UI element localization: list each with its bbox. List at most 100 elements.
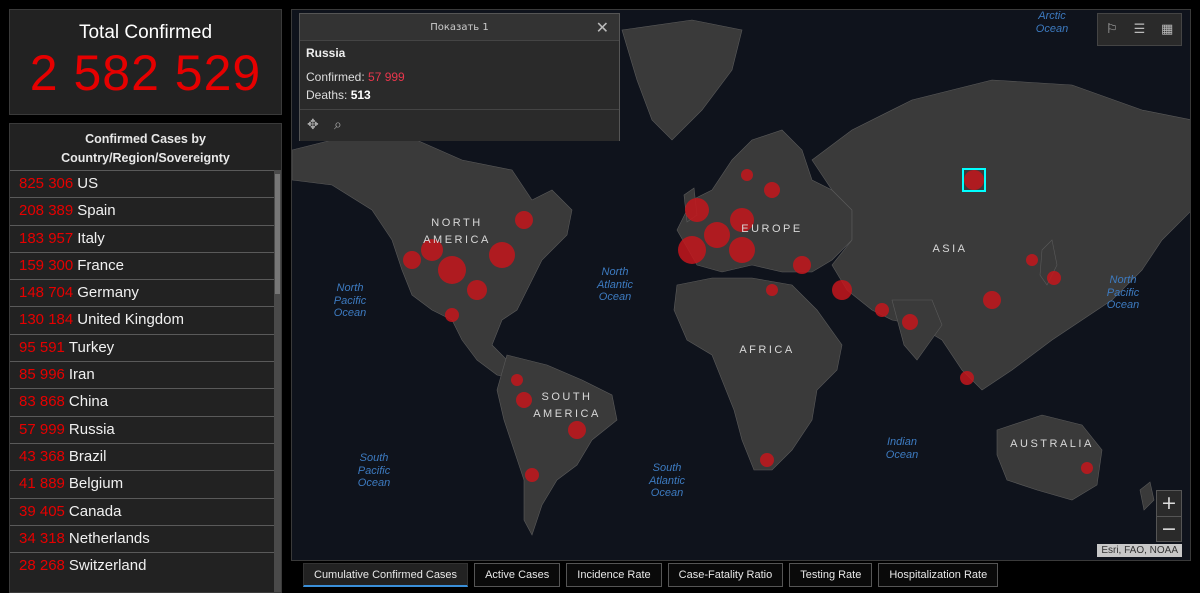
map-panel[interactable]: Arctic Ocean North Pacific Ocean North A… [291, 9, 1191, 561]
list-item-name: Russia [68, 420, 115, 438]
zoom-to-icon[interactable]: ⌕ [334, 117, 342, 133]
bubble-korea[interactable] [1026, 254, 1038, 266]
list-item-count: 41 889 [19, 475, 65, 493]
bubble-turkey[interactable] [793, 256, 811, 274]
bubble-scandinavia[interactable] [741, 169, 753, 181]
tab-hospitalization-rate[interactable]: Hospitalization Rate [878, 563, 999, 587]
bubble-russia[interactable] [964, 170, 984, 190]
list-item-count: 83 868 [19, 393, 65, 411]
tab-testing-rate[interactable]: Testing Rate [789, 563, 873, 587]
list-item[interactable]: 130 184 United Kingdom [10, 306, 275, 333]
popup-header-label: Показать 1 [430, 22, 489, 33]
list-item[interactable]: 85 996 Iran [10, 361, 275, 388]
list-item[interactable]: 34 318 Netherlands [10, 524, 275, 552]
bubble-india[interactable] [902, 314, 918, 330]
bubble-canada[interactable] [515, 211, 533, 229]
list-item[interactable]: 41 889 Belgium [10, 470, 275, 497]
country-list-title: Confirmed Cases by Country/Region/Sovere… [61, 132, 230, 165]
bubble-france[interactable] [704, 222, 730, 248]
bubble-uk[interactable] [685, 198, 709, 222]
bubble-china[interactable] [983, 291, 1001, 309]
list-item-name: Spain [77, 202, 116, 220]
bubble-us-south[interactable] [467, 280, 487, 300]
bubble-australia[interactable] [1081, 462, 1093, 474]
list-item-count: 183 957 [19, 229, 74, 247]
list-item-count: 85 996 [19, 366, 65, 384]
bubble-iran[interactable] [832, 280, 852, 300]
list-item-name: United Kingdom [77, 311, 184, 329]
bubble-egypt[interactable] [766, 284, 778, 296]
popup-confirmed-row: Confirmed: 57 999 [306, 70, 613, 84]
popup-deaths-value: 513 [350, 88, 371, 102]
list-item-name: China [68, 393, 109, 411]
list-item[interactable]: 83 868 China [10, 388, 275, 415]
bubble-saudi[interactable] [875, 303, 889, 317]
bubble-brazil[interactable] [568, 421, 586, 439]
bookmark-icon[interactable]: ⚐ [1101, 19, 1123, 41]
list-item[interactable]: 183 957 Italy [10, 224, 275, 252]
bubble-us-central[interactable] [438, 256, 466, 284]
list-icon[interactable]: ☰ [1128, 19, 1150, 41]
country-list-scrollbar[interactable] [274, 170, 281, 592]
continent-label-north-america: NORTH AMERICA [423, 217, 491, 246]
list-item-count: 159 300 [19, 256, 74, 274]
country-list-panel: Confirmed Cases by Country/Region/Sovere… [9, 123, 282, 593]
popup-confirmed-label: Confirmed: [306, 70, 365, 84]
list-item-count: 148 704 [19, 284, 74, 302]
list-item[interactable]: 43 368 Brazil [10, 442, 275, 470]
continent-label-australia: AUSTRALIA [1010, 438, 1094, 450]
ocean-label-south-atlantic: South Atlantic Ocean [648, 462, 686, 499]
list-item-name: France [77, 256, 124, 274]
zoom-in-button[interactable]: + [1157, 491, 1181, 516]
list-item[interactable]: 825 306 US [10, 170, 275, 197]
list-item-count: 43 368 [19, 447, 65, 465]
map-toolbar: ⚐ ☰ ▦ [1097, 13, 1182, 46]
list-item-name: Belgium [68, 475, 124, 493]
list-item-count: 130 184 [19, 311, 74, 329]
list-item-count: 39 405 [19, 502, 65, 520]
total-confirmed-value: 2 582 529 [29, 45, 262, 101]
bubble-singapore[interactable] [960, 371, 974, 385]
scrollbar-thumb[interactable] [275, 174, 280, 294]
tab-active-cases[interactable]: Active Cases [474, 563, 561, 587]
bubble-russia-west[interactable] [764, 182, 780, 198]
bubble-spain[interactable] [678, 236, 706, 264]
ocean-label-north-pacific-east: North Pacific Ocean [1106, 274, 1140, 311]
list-item[interactable]: 208 389 Spain [10, 197, 275, 224]
country-list: 825 306 US 208 389 Spain 183 957 Italy 159 … [10, 170, 275, 579]
list-item[interactable]: 28 268 Switzerland [10, 552, 275, 579]
list-item-name: US [77, 175, 99, 192]
list-item-count: 95 591 [19, 338, 65, 356]
popup-deaths-label: Deaths: [306, 88, 348, 102]
qr-code-icon[interactable]: ▦ [1156, 19, 1178, 41]
bubble-ecuador[interactable] [511, 374, 523, 386]
total-confirmed-title: Total Confirmed [78, 22, 213, 43]
bubble-us-west[interactable] [403, 251, 421, 269]
bubble-south-africa[interactable] [760, 453, 774, 467]
bubble-italy[interactable] [729, 237, 755, 263]
bubble-japan[interactable] [1047, 271, 1061, 285]
list-item[interactable]: 148 704 Germany [10, 279, 275, 306]
list-item-count: 34 318 [19, 529, 65, 547]
bubble-chile[interactable] [525, 468, 539, 482]
popup-confirmed-value: 57 999 [368, 70, 405, 84]
list-item[interactable]: 159 300 France [10, 251, 275, 279]
ocean-label-south-pacific: South Pacific Ocean [357, 452, 391, 489]
list-item-count: 57 999 [19, 420, 65, 438]
close-icon[interactable]: ✕ [596, 14, 609, 41]
tab-cumulative-confirmed-cases[interactable]: Cumulative Confirmed Cases [303, 563, 469, 587]
tab-incidence-rate[interactable]: Incidence Rate [566, 563, 662, 587]
zoom-out-button[interactable]: − [1157, 516, 1181, 541]
list-item[interactable]: 57 999 Russia [10, 415, 275, 443]
list-item[interactable]: 39 405 Canada [10, 497, 275, 525]
list-item-name: Netherlands [68, 529, 150, 547]
continent-label-asia: ASIA [932, 243, 968, 255]
bubble-mexico[interactable] [445, 308, 459, 322]
list-item-name: Turkey [68, 338, 115, 356]
list-item-count: 28 268 [19, 557, 65, 575]
move-icon[interactable]: ✥ [307, 117, 319, 133]
tab-case-fatality-ratio[interactable]: Case-Fatality Ratio [667, 563, 784, 587]
total-confirmed-panel: Total Confirmed 2 582 529 [9, 9, 282, 115]
popup-body: Russia Confirmed: 57 999 Deaths: 513 [300, 41, 619, 106]
list-item[interactable]: 95 591 Turkey [10, 333, 275, 361]
